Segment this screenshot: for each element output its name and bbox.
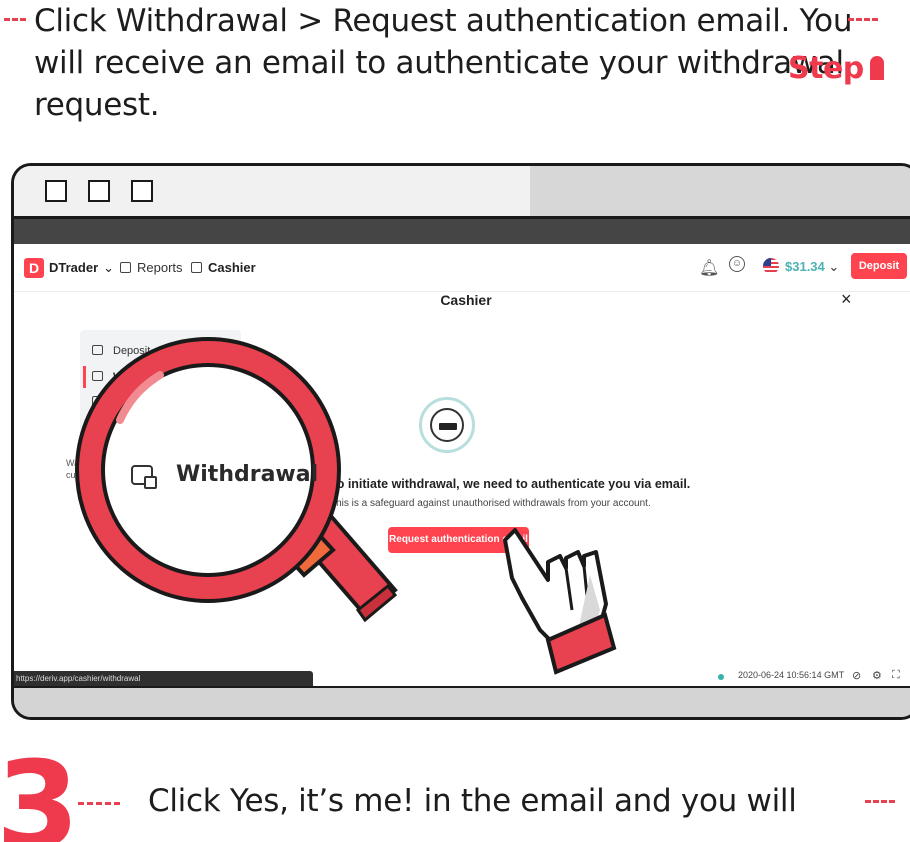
status-url: https://deriv.app/cashier/withdrawal (14, 671, 313, 686)
payment-agent-icon (92, 396, 103, 406)
account-icon[interactable]: ☺ (729, 256, 745, 272)
window-control-icon[interactable] (88, 180, 110, 202)
sidebar-item-label: Payment agent (113, 396, 187, 408)
connection-status-icon (718, 674, 724, 680)
balance-value: $31.34 (785, 259, 825, 274)
instruction-text: Click Withdrawal > Request authenticatio… (34, 3, 853, 123)
request-authentication-email-button[interactable]: Request authentication email (388, 527, 529, 553)
title-bar (14, 166, 910, 216)
step-label: Step (788, 51, 884, 86)
sidebar-item-withdrawal[interactable]: Withdrawal (92, 371, 172, 383)
reports-icon (120, 262, 131, 273)
sub-message: This is a safeguard against unauthorised… (330, 498, 651, 509)
nav-cashier-label: Cashier (208, 260, 256, 275)
nav-cashier[interactable]: Cashier (191, 260, 256, 275)
nav-dtrader-label: DTrader (49, 260, 99, 275)
deposit-button[interactable]: Deposit (851, 253, 907, 279)
sidebar-item-transfer[interactable]: Transfer (92, 421, 154, 433)
server-time: 2020-06-24 10:56:14 GMT (738, 670, 845, 680)
instruction-text-bottom: Click Yes, it’s me! in the email and you… (148, 783, 797, 819)
cashier-icon (191, 262, 202, 273)
sidebar-item-payment-agent[interactable]: Payment agent (92, 396, 187, 408)
account-balance[interactable]: $31.34 ⌄ (785, 259, 839, 275)
step-number-fragment (869, 56, 884, 80)
withdrawal-icon (131, 465, 157, 489)
app-header: D DTrader ⌄ Reports Cashier 🔔︎ ☺ $31.34 ⌄… (14, 244, 910, 292)
deposit-icon (92, 345, 103, 355)
lock-icon (430, 408, 464, 442)
sidebar-item-deposit[interactable]: Deposit (92, 345, 150, 357)
browser-toolbar (14, 219, 910, 244)
browser-window: D DTrader ⌄ Reports Cashier 🔔︎ ☺ $31.34 ⌄… (11, 163, 910, 720)
nav-reports-label: Reports (137, 260, 183, 275)
withdrawal-icon (92, 371, 103, 381)
deriv-logo-icon[interactable]: D (24, 258, 44, 278)
settings-icon[interactable]: ⚙ (872, 669, 882, 682)
chevron-down-icon: ⌄ (828, 259, 840, 274)
nav-dtrader[interactable]: DTrader ⌄ (49, 260, 114, 276)
page-title: Cashier (440, 292, 492, 308)
nav-reports[interactable]: Reports (120, 260, 183, 275)
sidebar-item-label: Withdrawal (113, 371, 172, 383)
close-icon[interactable]: × (841, 289, 852, 310)
window-control-icon[interactable] (45, 180, 67, 202)
transfer-icon (92, 421, 103, 431)
window-footer (14, 686, 910, 717)
dashed-line-bottom-left (78, 802, 120, 805)
main-message: To initiate withdrawal, we need to authe… (330, 477, 691, 491)
fullscreen-icon[interactable]: ⛶ (892, 669, 900, 682)
dashed-line-bottom-right (865, 800, 895, 803)
sidebar-item-label: Transfer (113, 421, 154, 433)
sidebar-item-label: Deposit (113, 345, 151, 357)
bell-icon[interactable]: 🔔︎ (699, 258, 719, 278)
dashed-line-left (4, 18, 26, 21)
us-flag-icon[interactable] (763, 258, 779, 274)
cashier-sidebar: Deposit Withdrawal Payment agent Transfe… (80, 330, 241, 442)
magnified-label: Withdrawal (176, 462, 319, 487)
active-indicator (83, 366, 86, 388)
window-control-icon[interactable] (131, 180, 153, 202)
help-icon[interactable]: ⊘ (852, 669, 861, 682)
step-number: 3 (0, 737, 80, 842)
step-label-text: Step (788, 51, 864, 86)
chevron-down-icon: ⌄ (103, 260, 115, 275)
dashed-line-right (848, 18, 878, 21)
